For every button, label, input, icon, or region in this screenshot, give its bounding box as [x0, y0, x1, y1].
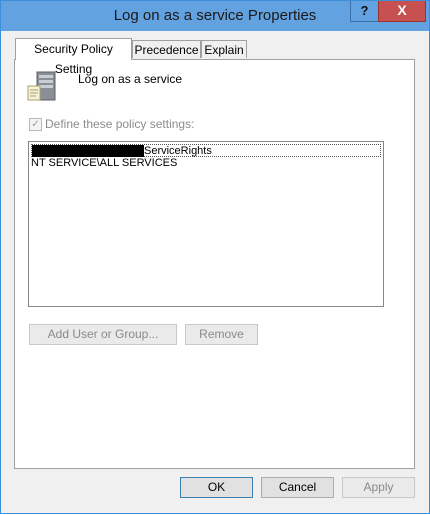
list-item-label: ServiceRights	[144, 145, 212, 157]
add-user-or-group-button[interactable]: Add User or Group...	[29, 324, 177, 345]
policy-name: Log on as a service	[78, 72, 183, 86]
tab-explain[interactable]: Explain	[201, 40, 247, 58]
define-policy-checkbox[interactable]: ✓	[29, 118, 42, 131]
list-item-label: NT SERVICE\ALL SERVICES	[31, 157, 178, 169]
ok-button[interactable]: OK	[180, 477, 253, 498]
remove-button[interactable]: Remove	[185, 324, 258, 345]
redacted-block	[32, 145, 144, 157]
title-bar[interactable]: Log on as a service Properties ? X	[1, 1, 429, 31]
close-button[interactable]: X	[378, 1, 426, 22]
accounts-listbox[interactable]: ServiceRights NT SERVICE\ALL SERVICES	[28, 141, 384, 307]
help-button[interactable]: ?	[350, 1, 379, 22]
tab-precedence[interactable]: Precedence	[132, 40, 201, 58]
apply-button[interactable]: Apply	[342, 477, 415, 498]
list-item[interactable]: ServiceRights	[31, 144, 381, 157]
define-policy-label: Define these policy settings:	[45, 117, 195, 131]
cancel-button[interactable]: Cancel	[261, 477, 334, 498]
list-item[interactable]: NT SERVICE\ALL SERVICES	[31, 157, 177, 170]
tab-security-policy-setting[interactable]: Security Policy Setting	[15, 38, 132, 76]
